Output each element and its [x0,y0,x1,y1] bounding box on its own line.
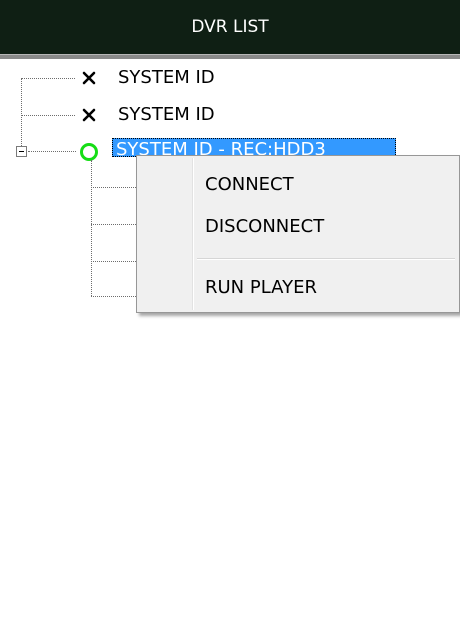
menu-item-run-player[interactable]: RUN PLAYER [139,269,457,305]
x-icon [82,108,96,122]
menu-separator [197,258,455,260]
collapse-icon[interactable] [16,146,27,157]
tree-connector [91,296,136,297]
tree-connector [21,78,22,148]
tree-item-label[interactable]: SYSTEM ID [118,67,215,89]
tree-connector [28,151,76,152]
menu-item-connect[interactable]: CONNECT [139,166,457,202]
connected-circle-icon [80,143,98,161]
menu-item-disconnect[interactable]: DISCONNECT [139,208,457,244]
context-menu: CONNECT DISCONNECT RUN PLAYER [136,155,460,313]
tree-connector [91,261,136,262]
tree-item-label[interactable]: SYSTEM ID [118,104,215,126]
tree-connector [21,115,75,116]
tree-connector [21,78,75,79]
tree-connector [91,187,136,188]
tree-connector [91,160,92,296]
x-icon [82,71,96,85]
tree-connector [91,224,136,225]
